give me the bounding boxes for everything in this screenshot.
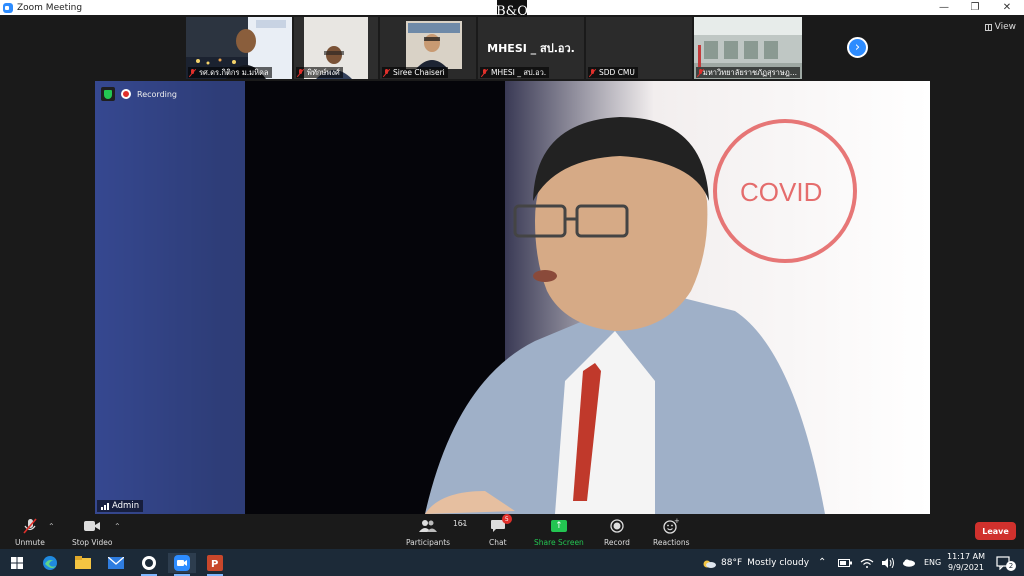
participants-button[interactable]: 161 Participants	[406, 517, 467, 547]
windows-taskbar: P 88°F Mostly cloudy ⌃ ENG 11:17 AM 9/9/…	[0, 549, 1024, 576]
tray-overflow-chevron-icon[interactable]: ⌃	[818, 549, 826, 576]
video-options-chevron-up-icon[interactable]: ⌃	[114, 522, 121, 531]
share-screen-label: Share Screen	[534, 538, 584, 547]
participants-label: Participants	[406, 538, 451, 547]
mic-muted-icon	[297, 68, 304, 77]
unmute-label: Unmute	[15, 538, 45, 547]
participant-display-name: MHESI _ สป.อว.	[487, 42, 575, 55]
record-label: Record	[604, 538, 630, 547]
share-screen-button[interactable]: ↑ Share Screen	[534, 517, 584, 547]
cloud-icon	[703, 560, 716, 568]
view-label: View	[994, 22, 1016, 32]
record-button[interactable]: Record	[604, 517, 630, 547]
mic-muted-icon	[22, 517, 38, 535]
stop-video-label: Stop Video	[72, 538, 113, 547]
participant-strip: รศ.ดร.กิติกร ม.มหิดล พิทักษ์พงศ์ Siree C…	[186, 17, 802, 79]
participant-tile[interactable]: SDD CMU	[586, 17, 692, 79]
vpn-app-icon[interactable]	[135, 553, 163, 576]
participant-name: MHESI _ สป.อว.	[491, 67, 547, 77]
mic-muted-icon	[589, 68, 596, 77]
stop-video-button[interactable]: Stop Video	[72, 517, 112, 547]
participant-name: SDD CMU	[599, 68, 635, 77]
weather-widget[interactable]: 88°F Mostly cloudy	[702, 549, 809, 576]
notification-count-badge: 2	[1006, 561, 1016, 571]
participant-name: พิทักษ์พงศ์	[307, 67, 340, 77]
participant-label: มหาวิทยาลัยราชภัฏสุราษฎ...	[696, 67, 800, 78]
windows-start-icon[interactable]	[3, 553, 31, 573]
wifi-icon[interactable]	[860, 549, 874, 576]
file-explorer-icon[interactable]	[69, 553, 97, 573]
mic-muted-icon	[383, 68, 390, 77]
svg-text:P: P	[211, 559, 218, 570]
participants-options-chevron-up-icon[interactable]: ⌃	[460, 522, 467, 531]
maximize-button[interactable]: ❐	[958, 0, 992, 15]
participant-tile[interactable]: พิทักษ์พงศ์	[294, 17, 378, 79]
recording-label: Recording	[137, 89, 178, 99]
onedrive-cloud-icon[interactable]	[902, 549, 916, 576]
recording-indicator: Recording	[101, 87, 177, 101]
grid-view-icon	[984, 23, 992, 31]
speaker-video-frame: COVID	[95, 81, 930, 514]
mic-muted-icon	[697, 68, 702, 77]
participant-label: รศ.ดร.กิติกร ม.มหิดล	[188, 67, 272, 78]
video-camera-icon	[83, 517, 101, 535]
chat-button[interactable]: 5 Chat	[489, 514, 512, 547]
speaker-volume-icon[interactable]	[881, 549, 895, 576]
clock-time: 11:17 AM	[947, 552, 985, 561]
participant-label: พิทักษ์พงศ์	[296, 67, 343, 78]
input-language[interactable]: ENG	[924, 549, 941, 576]
participant-tile[interactable]: มหาวิทยาลัยราชภัฏสุราษฎ...	[694, 17, 802, 79]
participant-name: Siree Chaiseri	[393, 68, 445, 77]
notifications-icon[interactable]: 2	[996, 549, 1016, 576]
participants-icon: 161	[419, 517, 467, 535]
participant-tile[interactable]: Siree Chaiseri	[380, 17, 476, 79]
signal-bars-icon	[101, 502, 109, 510]
meeting-toolbar: Unmute ⌃ Stop Video ⌃ 161 Participants ⌃…	[0, 514, 1024, 549]
window-title: Zoom Meeting	[17, 2, 83, 13]
speaker-name-tag: Admin	[97, 500, 144, 512]
recording-dot-icon	[121, 89, 131, 99]
record-icon	[610, 517, 624, 535]
security-shield-icon[interactable]	[101, 87, 115, 101]
reactions-button[interactable]: + Reactions	[653, 517, 689, 547]
participant-name: มหาวิทยาลัยราชภัฏสุราษฎ...	[702, 67, 797, 77]
unmute-button[interactable]: Unmute	[15, 517, 45, 547]
participant-tile[interactable]: รศ.ดร.กิติกร ม.มหิดล	[186, 17, 292, 79]
share-screen-icon: ↑	[550, 520, 567, 532]
leave-button[interactable]: Leave	[975, 522, 1016, 540]
audio-options-chevron-up-icon[interactable]: ⌃	[48, 522, 55, 531]
battery-icon[interactable]	[838, 549, 852, 576]
edge-browser-icon[interactable]	[36, 553, 64, 573]
smiley-icon: +	[663, 517, 679, 535]
weather-desc: Mostly cloudy	[747, 557, 810, 568]
main-video: COVID Recording Admin	[95, 81, 930, 514]
zoom-app-icon	[3, 2, 13, 13]
mic-muted-icon	[189, 68, 196, 77]
zoom-taskbar-icon[interactable]	[168, 553, 196, 576]
svg-text:+: +	[674, 518, 679, 525]
svg-text:COVID: COVID	[740, 177, 822, 207]
reactions-label: Reactions	[653, 538, 690, 547]
chat-label: Chat	[489, 538, 507, 547]
close-button[interactable]: ✕	[990, 0, 1024, 15]
mail-icon[interactable]	[102, 553, 130, 573]
clock-date: 9/9/2021	[948, 563, 984, 572]
next-page-arrow-icon[interactable]: ›	[847, 37, 868, 58]
taskbar-clock[interactable]: 11:17 AM 9/9/2021	[944, 551, 988, 573]
participant-tile[interactable]: MHESI _ สป.อว. MHESI _ สป.อว.	[478, 17, 584, 79]
chat-icon: 5	[490, 514, 512, 535]
powerpoint-icon[interactable]: P	[201, 553, 229, 576]
participant-name: รศ.ดร.กิติกร ม.มหิดล	[199, 67, 269, 77]
minimize-button[interactable]: —	[927, 0, 961, 15]
participant-label: SDD CMU	[588, 67, 638, 78]
weather-temp: 88°F	[721, 557, 743, 568]
participant-label: Siree Chaiseri	[382, 67, 448, 78]
chat-unread-badge: 5	[501, 514, 512, 524]
participant-label: MHESI _ สป.อว.	[480, 67, 550, 78]
speaker-name: Admin	[112, 501, 140, 511]
view-button[interactable]: View	[984, 22, 1016, 32]
mic-muted-icon	[481, 68, 488, 77]
